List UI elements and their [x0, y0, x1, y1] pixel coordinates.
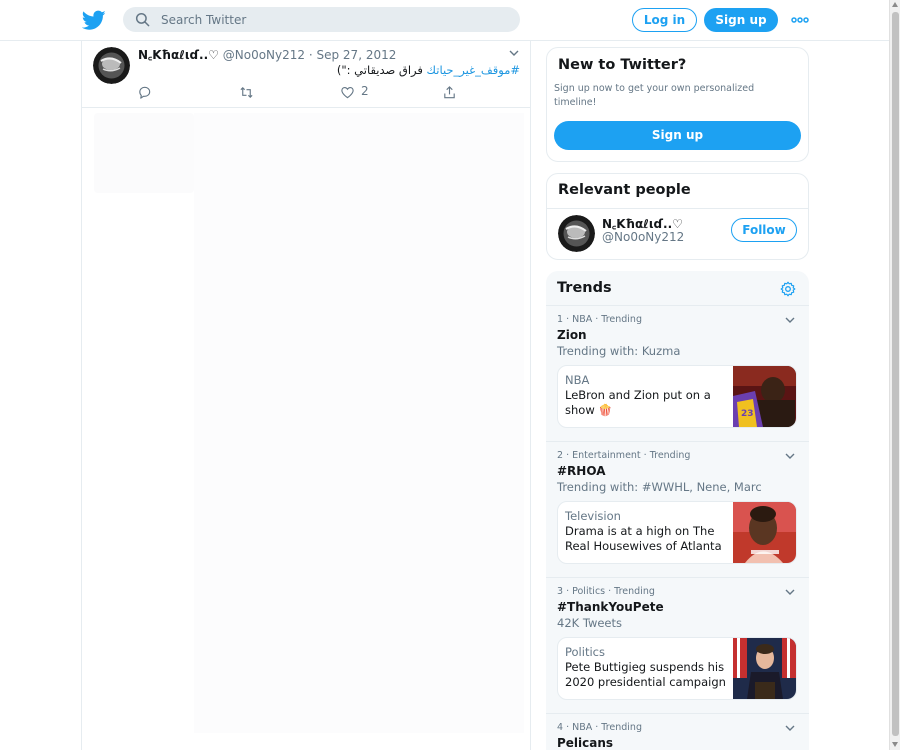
like-icon[interactable] — [340, 85, 355, 100]
news-category: Politics — [565, 645, 605, 659]
relevant-people-title: Relevant people — [558, 182, 691, 198]
search-box[interactable] — [123, 7, 520, 32]
avatar[interactable] — [558, 215, 595, 252]
trend-name: Pelicans — [557, 736, 614, 750]
login-button[interactable]: Log in — [632, 8, 697, 32]
chevron-down-icon[interactable] — [784, 586, 796, 598]
share-icon[interactable] — [442, 85, 457, 100]
chevron-down-icon[interactable] — [784, 722, 796, 734]
trend-meta: 4 · NBA · Trending — [557, 722, 642, 733]
search-input[interactable] — [161, 10, 501, 29]
page-scrollbar[interactable] — [889, 0, 900, 750]
trend-news-card[interactable]: Television Drama is at a high on The Rea… — [557, 501, 797, 564]
follow-button[interactable]: Follow — [731, 218, 797, 242]
divider — [546, 713, 809, 714]
divider — [547, 208, 808, 209]
chevron-down-icon[interactable] — [784, 314, 796, 326]
relevant-person-handle[interactable]: @No0oNy212 — [602, 230, 684, 244]
top-navigation-bar: Log in Sign up — [0, 0, 889, 41]
divider — [546, 577, 809, 578]
trend-subtitle: Trending with: Kuzma — [557, 344, 681, 358]
tweet-actions: 2 — [82, 84, 530, 102]
reply-icon[interactable] — [137, 85, 152, 100]
avatar-image — [93, 47, 130, 84]
trend-meta: 2 · Entertainment · Trending — [557, 450, 691, 461]
gear-icon[interactable] — [780, 281, 796, 297]
tweet-body: فراق صديقاتي :") — [336, 63, 423, 77]
search-icon — [135, 12, 150, 27]
author-handle-date[interactable]: @No0oNy212 · Sep 27, 2012 — [223, 48, 397, 62]
trend-name: #ThankYouPete — [557, 600, 664, 614]
trend-news-card[interactable]: NBA LeBron and Zion put on a show 🍿 23 — [557, 365, 797, 428]
main-timeline: N꜀Kħαℓιɗ..♡ @No0oNy212 · Sep 27, 2012 #م… — [81, 41, 531, 750]
trend-subtitle: 42K Tweets — [557, 616, 623, 630]
trend-item[interactable]: 4 · NBA · Trending Pelicans — [546, 722, 809, 750]
trend-meta: 1 · NBA · Trending — [557, 314, 642, 325]
trends-panel: Trends 1 · NBA · Trending Zion Trending … — [546, 271, 809, 750]
sidebar-signup-button[interactable]: Sign up — [554, 121, 801, 150]
tweet[interactable]: N꜀Kħαℓιɗ..♡ @No0oNy212 · Sep 27, 2012 #م… — [82, 41, 530, 108]
scroll-up-arrow-icon[interactable] — [892, 2, 898, 7]
news-thumbnail-image — [733, 502, 796, 563]
trend-news-card[interactable]: Politics Pete Buttigieg suspends his 202… — [557, 637, 797, 700]
trends-title: Trends — [557, 280, 612, 296]
avatar-image — [558, 215, 595, 252]
new-to-twitter-card: New to Twitter? Sign up now to get your … — [546, 47, 809, 162]
chevron-down-icon[interactable] — [784, 450, 796, 462]
twitter-bird-icon[interactable] — [82, 8, 106, 32]
author-avatar[interactable] — [93, 47, 130, 84]
trend-item[interactable]: 1 · NBA · Trending Zion Trending with: K… — [546, 314, 809, 434]
news-category: Television — [565, 509, 621, 523]
loading-placeholder — [194, 113, 524, 733]
scroll-down-arrow-icon[interactable] — [892, 742, 898, 747]
tweet-header: N꜀Kħαℓιɗ..♡ @No0oNy212 · Sep 27, 2012 — [138, 46, 518, 62]
loading-placeholder — [94, 113, 194, 193]
relevant-people-card: Relevant people N꜀Kħαℓιɗ..♡ @No0oNy212 F… — [546, 173, 809, 260]
news-headline: Pete Buttigieg suspends his 2020 preside… — [565, 660, 726, 689]
new-to-twitter-title: New to Twitter? — [558, 57, 687, 73]
signup-button[interactable]: Sign up — [704, 8, 778, 32]
page: Log in Sign up N꜀Kħαℓιɗ..♡ @No0oNy212 · — [0, 0, 900, 750]
tweet-text: #موقف_غير_حياتك فراق صديقاتي :") — [138, 63, 520, 79]
tweet-hashtag[interactable]: #موقف_غير_حياتك — [427, 63, 520, 77]
trend-item[interactable]: 2 · Entertainment · Trending #RHOA Trend… — [546, 450, 809, 570]
more-dots-icon[interactable] — [791, 12, 809, 28]
divider — [546, 305, 809, 306]
news-category: NBA — [565, 373, 590, 387]
trend-meta: 3 · Politics · Trending — [557, 586, 655, 597]
author-name[interactable]: N꜀Kħαℓιɗ..♡ — [138, 48, 219, 62]
chevron-down-icon[interactable] — [508, 47, 520, 59]
scrollbar-thumb[interactable] — [892, 12, 899, 736]
trend-item[interactable]: 3 · Politics · Trending #ThankYouPete 42… — [546, 586, 809, 706]
news-headline: LeBron and Zion put on a show 🍿 — [565, 388, 711, 417]
retweet-icon[interactable] — [239, 85, 254, 100]
svg-text:23: 23 — [741, 409, 754, 419]
news-thumbnail-image: 23 — [733, 366, 796, 427]
new-to-twitter-description: Sign up now to get your own personalized… — [554, 83, 755, 108]
news-thumbnail-image — [733, 638, 796, 699]
trend-name: #RHOA — [557, 464, 606, 478]
trend-subtitle: Trending with: #WWHL, Nene, Marc — [557, 480, 762, 494]
divider — [546, 441, 809, 442]
news-headline: Drama is at a high on The Real Housewive… — [565, 524, 722, 553]
like-count: 2 — [361, 84, 369, 98]
trend-name: Zion — [557, 328, 587, 342]
